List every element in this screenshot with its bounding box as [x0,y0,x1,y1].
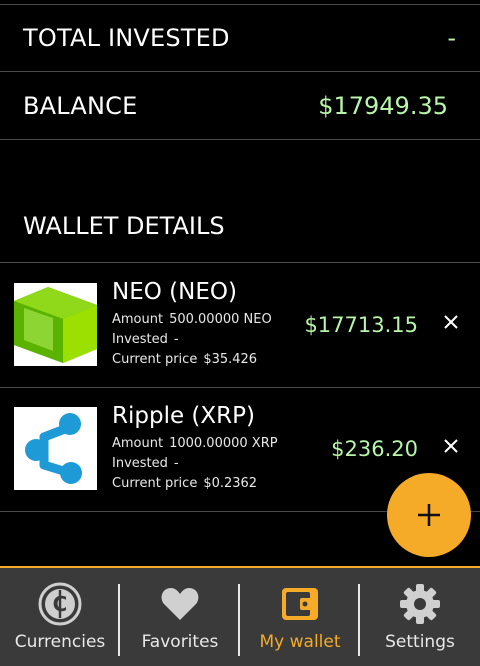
balance-label: BALANCE [23,91,138,120]
invested-label: Invested [112,456,168,471]
nav-label: My wallet [259,632,341,652]
coin-value: $236.20 [331,437,418,461]
coin-name: NEO (NEO) [112,279,237,305]
price-label: Current price [112,352,198,367]
wallet-details-title: WALLET DETAILS [23,212,225,240]
coin-invested: Invested - [112,332,179,347]
remove-coin-button[interactable] [440,435,462,457]
remove-coin-button[interactable] [440,311,462,333]
total-invested-row: TOTAL INVESTED - [0,5,480,72]
coin-amount: Amount 1000.00000 XRP [112,436,278,451]
amount-value: 1000.00000 XRP [169,436,278,451]
gear-icon [398,582,442,626]
bottom-navigation: C Currencies Favorites My wallet [0,566,480,666]
nav-label: Favorites [141,632,219,652]
plus-icon [418,504,440,526]
balance-value: $17949.35 [318,91,448,120]
total-invested-value: - [447,24,456,52]
currency-icon: C [38,582,82,626]
coin-amount: Amount 500.00000 NEO [112,312,272,327]
price-label: Current price [112,476,198,491]
nav-item-currencies[interactable]: C Currencies [0,568,120,666]
amount-value: 500.00000 NEO [169,312,272,327]
invested-value: - [173,332,179,347]
nav-item-my-wallet[interactable]: My wallet [240,568,360,666]
neo-logo-icon [14,283,97,366]
wallet-coin-neo[interactable]: NEO (NEO) Amount 500.00000 NEO Invested - … [0,263,480,388]
invested-label: Invested [112,332,168,347]
wallet-icon [278,582,322,626]
coin-price: Current price $35.426 [112,352,257,367]
heart-icon [158,582,202,626]
add-coin-button[interactable] [387,473,471,557]
ripple-logo-icon [14,407,97,490]
nav-label: Currencies [14,632,106,652]
coin-name: Ripple (XRP) [112,403,255,429]
price-value: $0.2362 [203,476,258,491]
total-invested-label: TOTAL INVESTED [23,24,230,52]
amount-label: Amount [112,436,164,451]
coin-price: Current price $0.2362 [112,476,257,491]
balance-row: BALANCE $17949.35 [0,72,480,140]
nav-label: Settings [385,632,455,652]
coin-invested: Invested - [112,456,179,471]
amount-label: Amount [112,312,164,327]
price-value: $35.426 [203,352,258,367]
nav-item-favorites[interactable]: Favorites [120,568,240,666]
close-icon [444,439,458,453]
nav-item-settings[interactable]: Settings [360,568,480,666]
close-icon [444,315,458,329]
invested-value: - [173,456,179,471]
coin-value: $17713.15 [304,313,418,337]
